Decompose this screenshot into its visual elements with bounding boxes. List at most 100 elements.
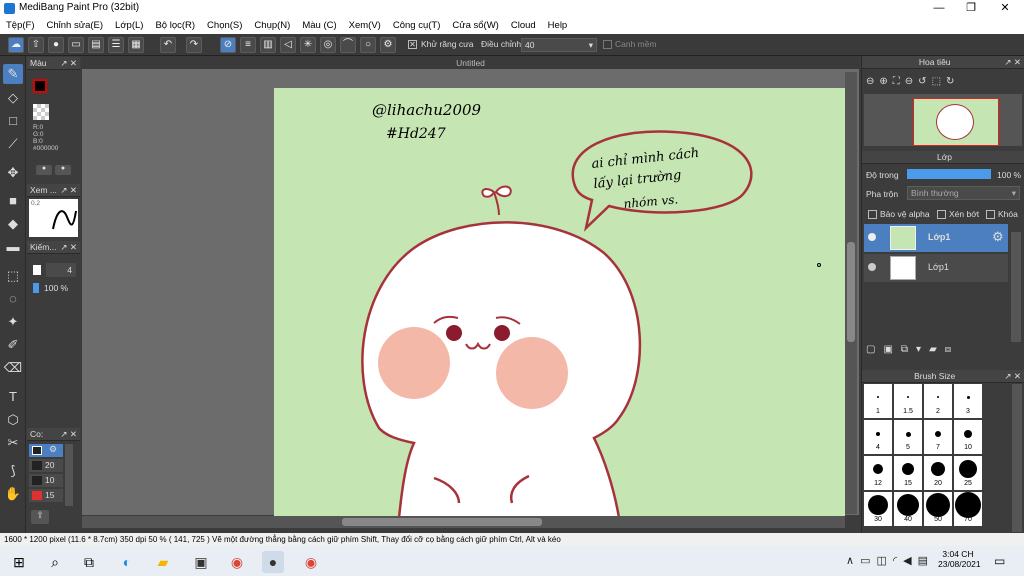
menu-edit[interactable]: Chỉnh sửa(E) <box>47 20 104 31</box>
snap-off-icon[interactable]: ⊘ <box>220 37 236 53</box>
task-view-icon[interactable]: ⧉ <box>78 551 100 573</box>
gear-icon[interactable]: ⚙ <box>992 229 1004 245</box>
layer-scrollbar[interactable] <box>1011 232 1021 342</box>
brush-size-cell[interactable]: 20 <box>924 456 952 490</box>
system-tray[interactable]: ∧▭◫◜◀▤ <box>846 554 934 567</box>
eye-icon[interactable] <box>868 263 876 271</box>
eyedropper-icon[interactable]: ⟆ <box>3 461 23 481</box>
color-list-item[interactable]: 15 <box>29 489 63 502</box>
snap-curve-icon[interactable]: ⌒ <box>340 37 356 53</box>
snap-parallel-icon[interactable]: ≡ <box>240 37 256 53</box>
cloud-icon[interactable]: ☁ <box>8 37 24 53</box>
text-tool-icon[interactable]: T <box>3 387 23 407</box>
brush-size-cell[interactable]: 70 <box>954 492 982 526</box>
color-list-item[interactable]: 20 <box>29 459 63 472</box>
menu-filter[interactable]: Bộ lọc(R) <box>155 20 195 31</box>
medibang-taskbar-icon[interactable]: ● <box>262 551 284 573</box>
brush-size-cell[interactable]: 2 <box>924 384 952 418</box>
brush-size-cell[interactable]: 15 <box>894 456 922 490</box>
chevron-up-icon[interactable]: ∧ <box>846 555 860 567</box>
volume-icon[interactable]: ◀ <box>903 555 917 567</box>
snap-circle-icon[interactable]: ◎ <box>320 37 336 53</box>
soft-edge-checkbox[interactable] <box>603 40 612 49</box>
brush-size-cell[interactable]: 12 <box>864 456 892 490</box>
list-icon[interactable]: ☰ <box>108 37 124 53</box>
battery-icon[interactable]: ▭ <box>860 555 876 567</box>
layer-menu-icon[interactable]: ▾ <box>916 344 929 355</box>
snap-radial-icon[interactable]: ✳ <box>300 37 316 53</box>
move-tool-icon[interactable]: ✥ <box>3 163 23 183</box>
palette-button[interactable]: ● <box>36 165 52 175</box>
color-list-item[interactable]: 10 <box>29 474 63 487</box>
search-icon[interactable]: ⌕ <box>44 551 66 573</box>
new-halftone-layer-icon[interactable]: ▣ <box>883 344 900 355</box>
flip-icon[interactable]: ⬚ <box>932 76 946 87</box>
select-rect-icon[interactable]: ⬚ <box>3 266 23 286</box>
blend-mode-select[interactable]: Bình thường ▾ <box>907 186 1020 200</box>
transparent-color-swatch[interactable] <box>33 104 49 120</box>
duplicate-layer-icon[interactable]: ⧉ <box>901 344 916 355</box>
size-field[interactable]: 4 <box>46 263 76 277</box>
color-list-item-selected[interactable]: ⚙ <box>29 444 63 457</box>
settings-icon[interactable]: ⚙ <box>380 37 396 53</box>
undo-icon[interactable]: ↶ <box>160 37 176 53</box>
protect-alpha-checkbox[interactable] <box>868 210 877 219</box>
navigator-preview[interactable] <box>864 94 1022 146</box>
select-pen-icon[interactable]: ✐ <box>3 335 23 355</box>
chrome-icon-2[interactable]: ◉ <box>300 551 322 573</box>
store-icon[interactable]: ▣ <box>190 551 212 573</box>
menu-layer[interactable]: Lớp(L) <box>115 20 143 31</box>
brush-size-cell[interactable]: 1.5 <box>894 384 922 418</box>
document-tab[interactable]: Untitled <box>82 57 859 69</box>
color-list-scrollbar[interactable] <box>65 444 73 506</box>
new-layer-icon[interactable]: ▢ <box>866 344 883 355</box>
clock[interactable]: 3:04 CH 23/08/2021 <box>938 549 981 569</box>
snap-perspective-icon[interactable]: ◁ <box>280 37 296 53</box>
hand-tool-icon[interactable]: ✋ <box>3 484 23 504</box>
language-icon[interactable]: ▤ <box>918 555 934 567</box>
brush-size-cell[interactable]: 4 <box>864 420 892 454</box>
clip-checkbox[interactable] <box>937 210 946 219</box>
windows-start-icon[interactable]: ⊞ <box>8 551 30 573</box>
menu-cloud[interactable]: Cloud <box>511 20 536 31</box>
brush-size-cell[interactable]: 1 <box>864 384 892 418</box>
select-eraser-icon[interactable]: ⌫ <box>3 358 23 378</box>
rotate-right-icon[interactable]: ↻ <box>946 76 959 87</box>
layer-row[interactable]: Lớp1 <box>864 254 1008 282</box>
horizontal-scrollbar[interactable] <box>82 516 845 528</box>
vertical-scrollbar[interactable] <box>845 72 857 514</box>
vertical-scroll-thumb[interactable] <box>847 242 855 342</box>
menu-view[interactable]: Xem(V) <box>349 20 381 31</box>
merge-layer-icon[interactable]: ⧈ <box>945 344 959 355</box>
layer-row-selected[interactable]: Lớp1 ⚙ <box>864 224 1008 252</box>
lock-checkbox[interactable] <box>986 210 995 219</box>
zoom-icon[interactable]: ⊖ <box>905 76 918 87</box>
menu-color[interactable]: Màu (C) <box>302 20 336 31</box>
wifi-icon[interactable]: ◜ <box>893 555 903 567</box>
document-icon[interactable]: ▤ <box>88 37 104 53</box>
edge-browser-icon[interactable]: ◐ <box>116 551 138 573</box>
brush-size-scrollbar[interactable] <box>1012 384 1022 532</box>
gradient-tool-icon[interactable]: ▬ <box>3 237 23 257</box>
menu-capture[interactable]: Chụp(N) <box>254 20 290 31</box>
brush-size-cell[interactable]: 10 <box>954 420 982 454</box>
eye-icon[interactable] <box>868 233 876 241</box>
folder-icon[interactable]: ▰ <box>929 344 945 355</box>
line-tool-icon[interactable]: ⟋ <box>3 134 23 154</box>
drawing-paper[interactable]: @lihachu2009 #Hd247 ai chỉ mình cách lấy… <box>274 88 845 516</box>
operation-tool-icon[interactable]: ⬡ <box>3 410 23 430</box>
minimize-button[interactable]: — <box>922 0 956 17</box>
brush-size-cell[interactable]: 25 <box>954 456 982 490</box>
brush-size-cell[interactable]: 50 <box>924 492 952 526</box>
fit-icon[interactable]: ⛶ <box>893 76 905 87</box>
fill-rect-tool-icon[interactable]: ■ <box>3 191 23 211</box>
lasso-tool-icon[interactable]: ◌ <box>3 289 23 309</box>
redo-icon[interactable]: ↷ <box>186 37 202 53</box>
magic-wand-icon[interactable]: ✦ <box>3 312 23 332</box>
maximize-button[interactable]: ❐ <box>954 0 988 17</box>
brush-size-cell[interactable]: 30 <box>864 492 892 526</box>
brush-size-cell[interactable]: 7 <box>924 420 952 454</box>
zoom-in-icon[interactable]: ⊕ <box>879 76 892 87</box>
bucket-tool-icon[interactable]: ◆ <box>3 214 23 234</box>
divide-tool-icon[interactable]: ✂ <box>3 433 23 453</box>
